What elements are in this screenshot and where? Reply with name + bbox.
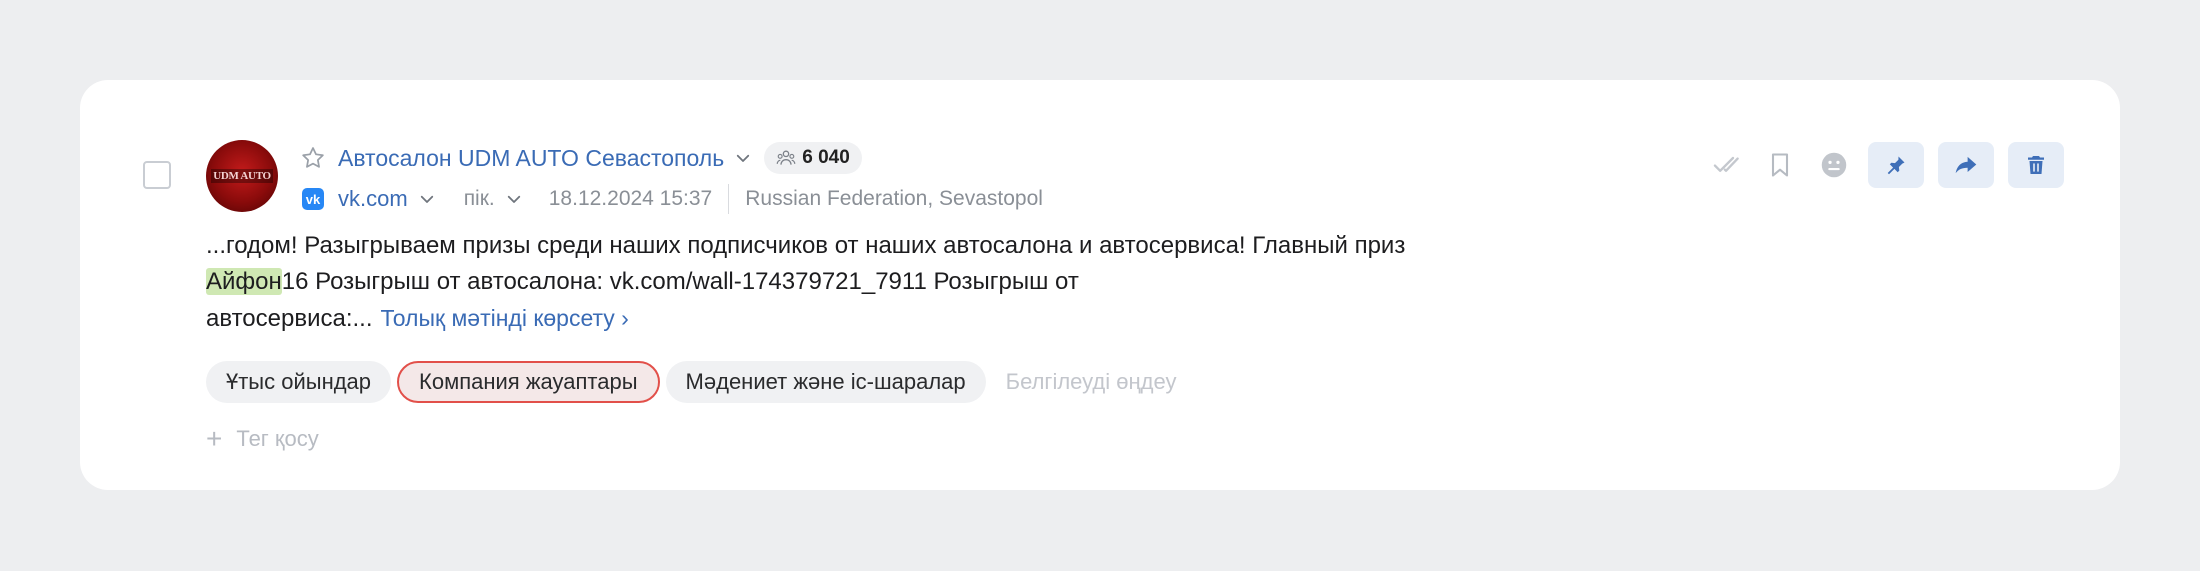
share-button[interactable]: [1938, 142, 1994, 188]
author-link[interactable]: Автосалон UDM AUTO Севастополь: [338, 145, 724, 172]
sentiment-label[interactable]: пік.: [464, 187, 495, 211]
add-tag-button[interactable]: + Тег қосу: [206, 425, 319, 453]
source-link[interactable]: vk.com: [338, 186, 408, 212]
post-text-line: автосервиса:... Толық мәтінді көрсету ›: [206, 300, 1666, 337]
vk-icon: vk: [302, 188, 324, 210]
tag-chip[interactable]: Ұтыс ойындар: [206, 361, 392, 403]
post-datetime: 18.12.2024 15:37: [548, 187, 713, 210]
chevron-down-icon[interactable]: [418, 190, 436, 208]
post-text-line: ...годом! Разыгрываем призы среди наших …: [206, 232, 1406, 259]
sentiment-button[interactable]: [1814, 145, 1854, 185]
pin-button[interactable]: [1868, 142, 1924, 188]
audience-badge: 6 040: [764, 142, 862, 174]
pin-icon: [1887, 156, 1905, 175]
share-icon: [1955, 156, 1977, 174]
avatar[interactable]: UDM AUTO: [206, 140, 278, 212]
post-text-fragment: автосервиса:...: [206, 305, 373, 332]
tag-chip[interactable]: Мәдениет және іс-шаралар: [665, 361, 986, 403]
delete-button[interactable]: [2008, 142, 2064, 188]
tag-list: Ұтыс ойындар Компания жауаптары Мәдениет…: [206, 361, 1176, 403]
audience-count: 6 040: [802, 147, 850, 168]
select-checkbox[interactable]: [143, 161, 171, 189]
post-text: ...годом! Разыгрываем призы среди наших …: [206, 228, 1666, 337]
post-card: UDM AUTO Автосалон UDM AUTO Севастополь …: [80, 80, 2120, 490]
post-text-line: Айфон16 Розыгрыш от автосалона: vk.com/w…: [206, 264, 1666, 300]
plus-icon: +: [206, 423, 223, 454]
star-icon[interactable]: [300, 145, 326, 171]
post-actions: [1692, 142, 2064, 188]
edit-tags-link[interactable]: Белгілеуді өңдеу: [1006, 369, 1177, 395]
post-location: Russian Federation, Sevastopol: [745, 187, 1043, 210]
trash-icon: [2028, 156, 2044, 174]
chevron-down-icon[interactable]: [734, 149, 752, 167]
avatar-text: UDM AUTO: [211, 169, 273, 183]
mark-processed-button[interactable]: [1706, 145, 1746, 185]
post-text-fragment: 16 Розыгрыш от автосалона: vk.com/wall-1…: [281, 268, 1079, 295]
post-header: Автосалон UDM AUTO Севастополь 6 040: [300, 140, 862, 176]
bookmark-icon: [1771, 153, 1789, 177]
show-full-text-link[interactable]: Толық мәтінді көрсету ›: [381, 305, 629, 331]
neutral-face-icon: [1821, 152, 1847, 178]
meta-divider: [728, 184, 730, 214]
bookmark-button[interactable]: [1760, 145, 1800, 185]
post-meta: vk vk.com пік. 18.12.2024 15:37 Russian …: [302, 183, 1043, 215]
keyword-highlight: Айфон: [206, 268, 282, 295]
audience-icon: [776, 150, 796, 165]
chevron-down-icon[interactable]: [505, 190, 523, 208]
add-tag-label: Тег қосу: [236, 426, 319, 451]
check-icon: [1713, 156, 1739, 172]
tag-chip-active[interactable]: Компания жауаптары: [397, 361, 660, 403]
